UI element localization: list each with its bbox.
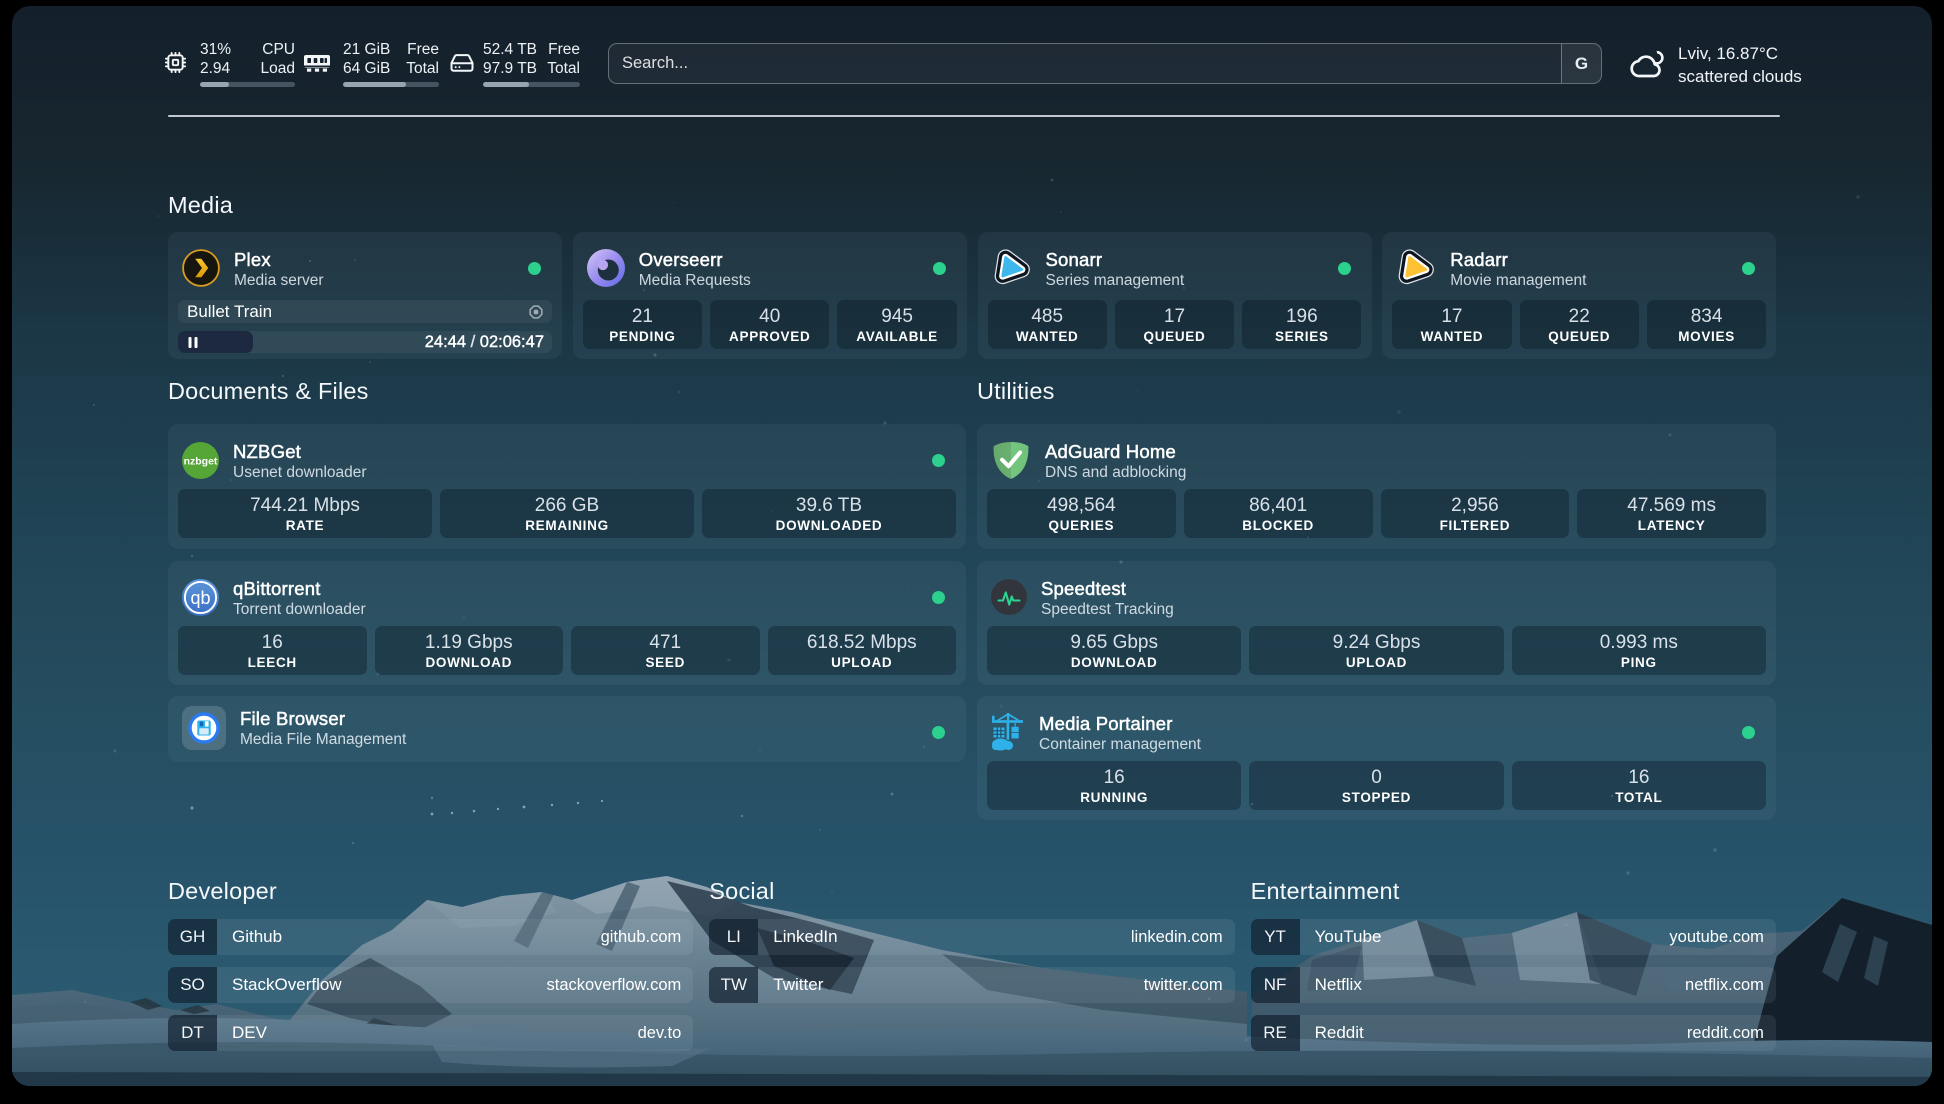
svg-text:nzbget: nzbget [184,455,218,467]
svg-text:qb: qb [190,588,210,608]
